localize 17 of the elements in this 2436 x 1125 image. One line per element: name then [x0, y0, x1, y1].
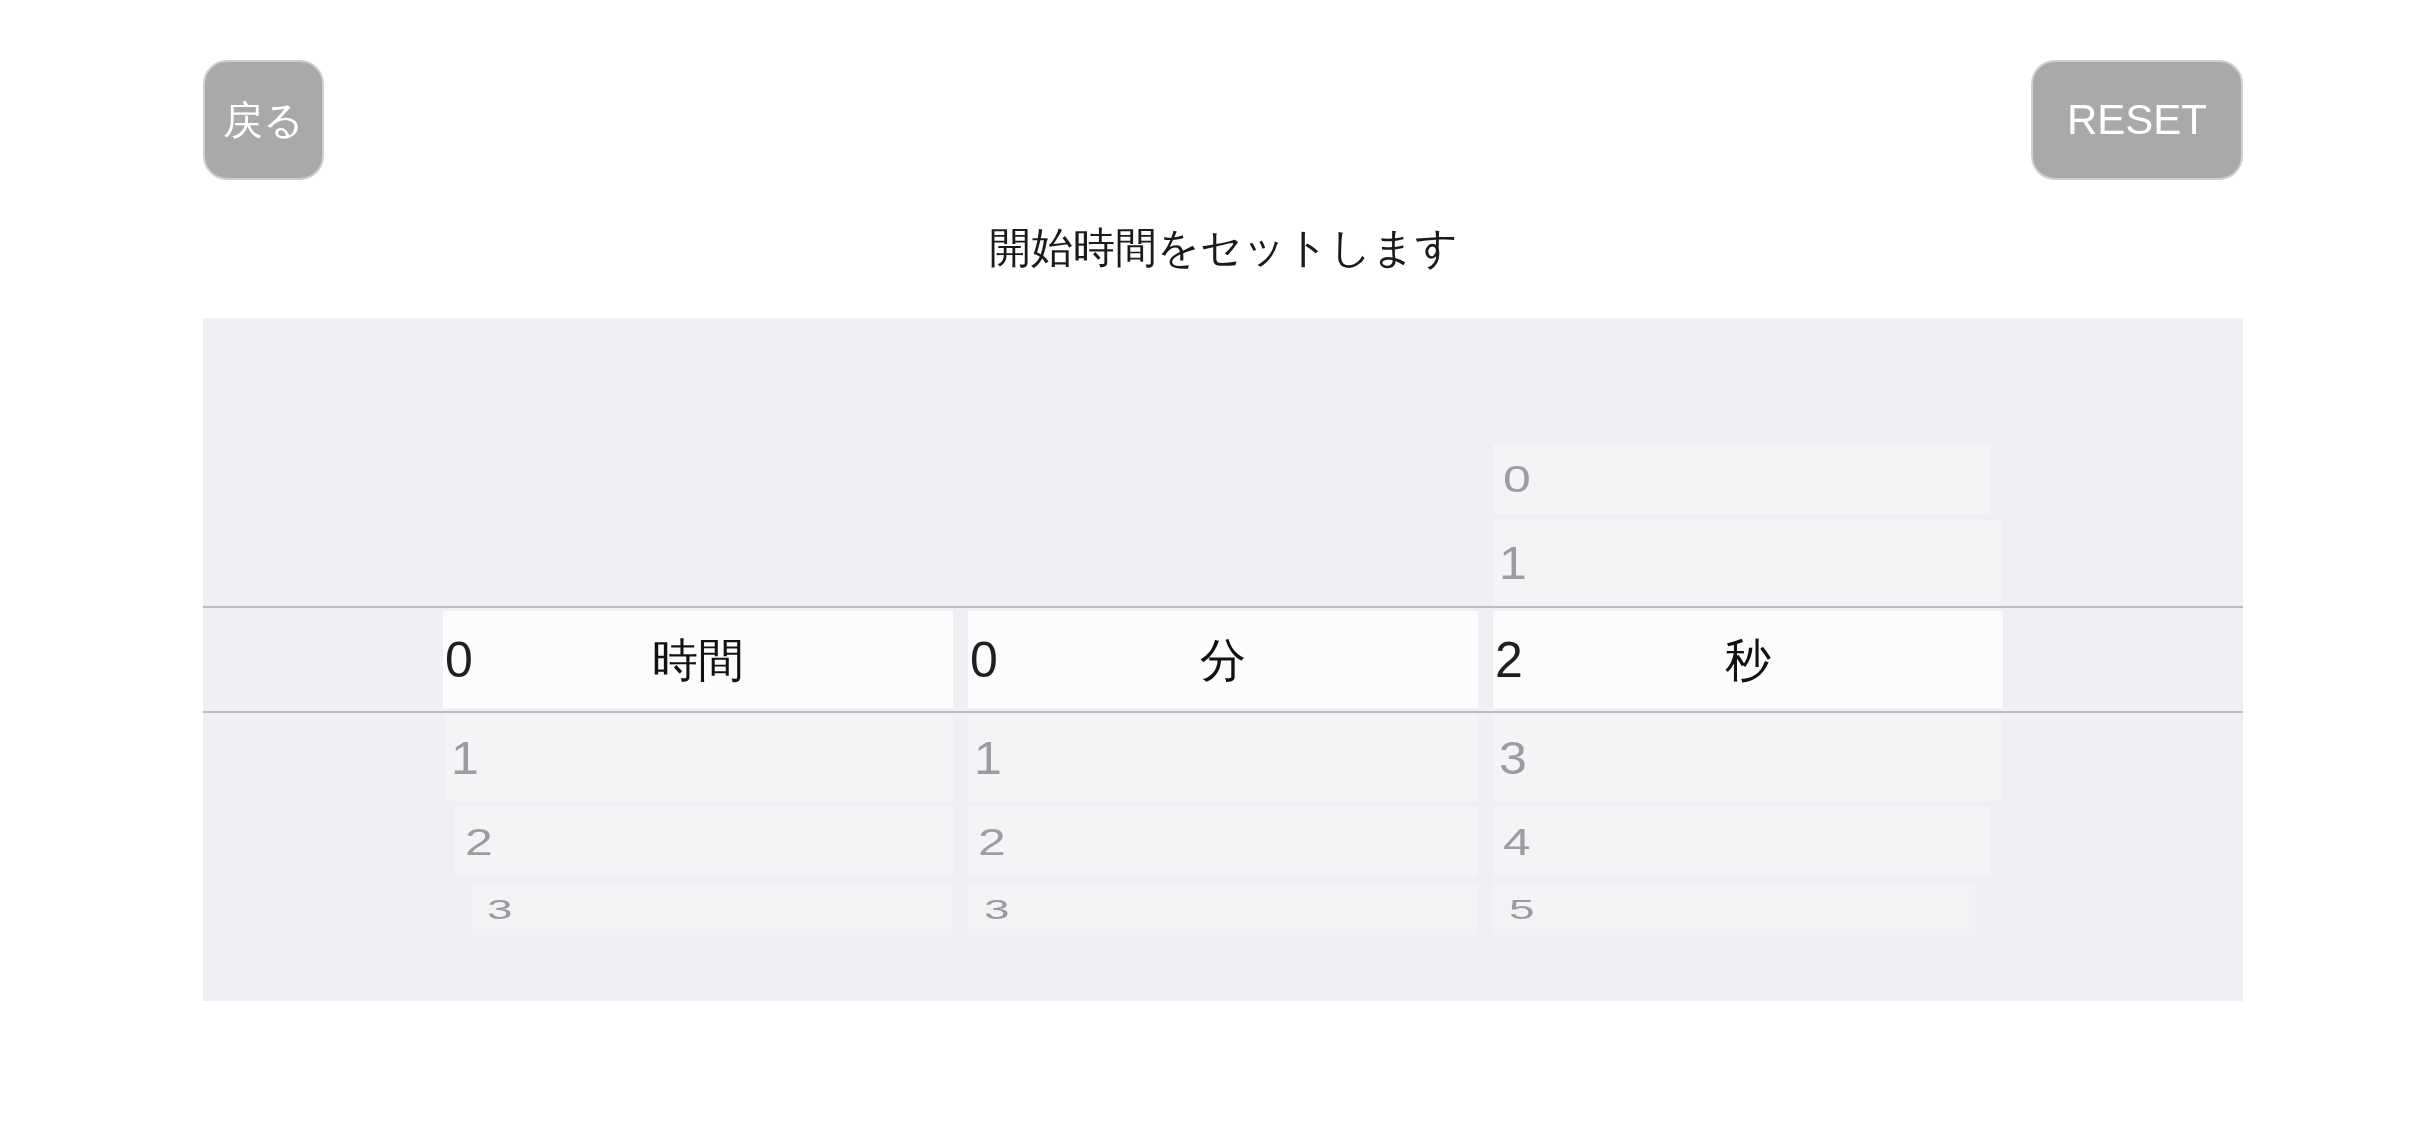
unit-label: 時間: [652, 634, 744, 685]
picker-row[interactable]: 0: [1493, 444, 1991, 514]
picker-row[interactable]: 3: [968, 883, 1478, 935]
picker-row[interactable]: 1: [1493, 520, 2001, 606]
unit-label: 分: [1200, 634, 1246, 685]
picker-row[interactable]: 3: [471, 883, 953, 935]
picker-row[interactable]: 2: [455, 807, 953, 877]
reset-button[interactable]: RESET: [2030, 60, 2243, 180]
screen-title: 開始時間をセットします: [988, 223, 1458, 273]
picker-row[interactable]: 4: [1493, 807, 1991, 877]
picker-row[interactable]: 3: [1493, 715, 2001, 801]
unit-label: 秒: [1725, 634, 1771, 685]
picker-row[interactable]: 2: [968, 807, 1478, 877]
picker-row[interactable]: 1: [445, 715, 953, 801]
picker-row[interactable]: 1: [968, 715, 1478, 801]
back-button[interactable]: 戻る: [203, 60, 324, 180]
picker-row[interactable]: 5: [1493, 883, 1975, 935]
